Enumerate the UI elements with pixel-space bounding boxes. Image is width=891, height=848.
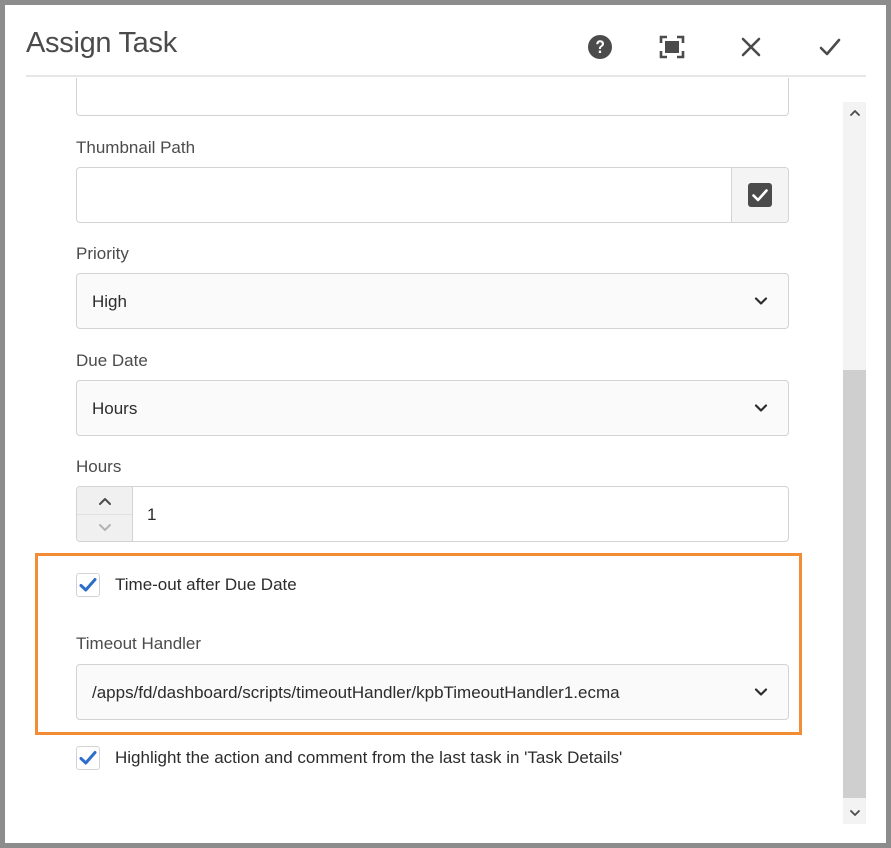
priority-select[interactable]: High xyxy=(76,273,789,329)
annotation-highlight-box xyxy=(35,553,802,735)
done-button[interactable] xyxy=(812,29,848,65)
hours-stepper xyxy=(77,487,133,541)
highlight-action-checkbox[interactable]: Highlight the action and comment from th… xyxy=(76,746,622,770)
hours-label: Hours xyxy=(76,457,122,476)
vertical-scrollbar[interactable] xyxy=(843,102,866,824)
increment-button[interactable] xyxy=(77,487,132,515)
hours-input[interactable]: 1 xyxy=(147,505,156,525)
priority-value: High xyxy=(92,292,127,311)
scrollbar-thumb[interactable] xyxy=(843,370,866,798)
scroll-up-button[interactable] xyxy=(843,102,866,124)
thumbnail-browse-button[interactable] xyxy=(731,168,788,222)
header-divider xyxy=(26,75,866,77)
checkmark-icon xyxy=(79,751,97,765)
highlight-action-label: Highlight the action and comment from th… xyxy=(115,748,623,767)
previous-field-input[interactable] xyxy=(76,78,789,116)
browse-check-icon xyxy=(748,183,772,207)
dialog-content: Thumbnail Path Priority High Due Date Ho… xyxy=(5,78,840,843)
chevron-up-icon xyxy=(849,110,860,116)
priority-label: Priority xyxy=(76,244,129,263)
hours-number-field: 1 xyxy=(76,486,789,542)
done-icon xyxy=(819,38,841,56)
due-date-label: Due Date xyxy=(76,351,148,370)
help-icon xyxy=(588,35,612,59)
close-button[interactable] xyxy=(733,29,769,65)
scroll-down-button[interactable] xyxy=(843,802,866,824)
decrement-button[interactable] xyxy=(77,514,132,541)
chevron-down-icon xyxy=(754,404,768,412)
dialog-title: Assign Task xyxy=(26,27,177,59)
chevron-down-icon xyxy=(849,810,860,816)
thumbnail-path-label: Thumbnail Path xyxy=(76,138,196,157)
due-date-select[interactable]: Hours xyxy=(76,380,789,436)
chevron-up-icon xyxy=(98,497,111,505)
due-date-value: Hours xyxy=(92,399,138,418)
chevron-down-icon xyxy=(98,523,111,531)
close-icon xyxy=(741,37,761,57)
assign-task-dialog: Assign Task Thumbnail Path Priority High… xyxy=(5,5,886,843)
help-button[interactable] xyxy=(582,29,618,65)
thumbnail-path-field xyxy=(76,167,789,223)
fullscreen-button[interactable] xyxy=(654,29,690,65)
chevron-down-icon xyxy=(754,297,768,305)
fullscreen-icon xyxy=(659,35,685,59)
checkbox-box[interactable] xyxy=(76,746,100,770)
